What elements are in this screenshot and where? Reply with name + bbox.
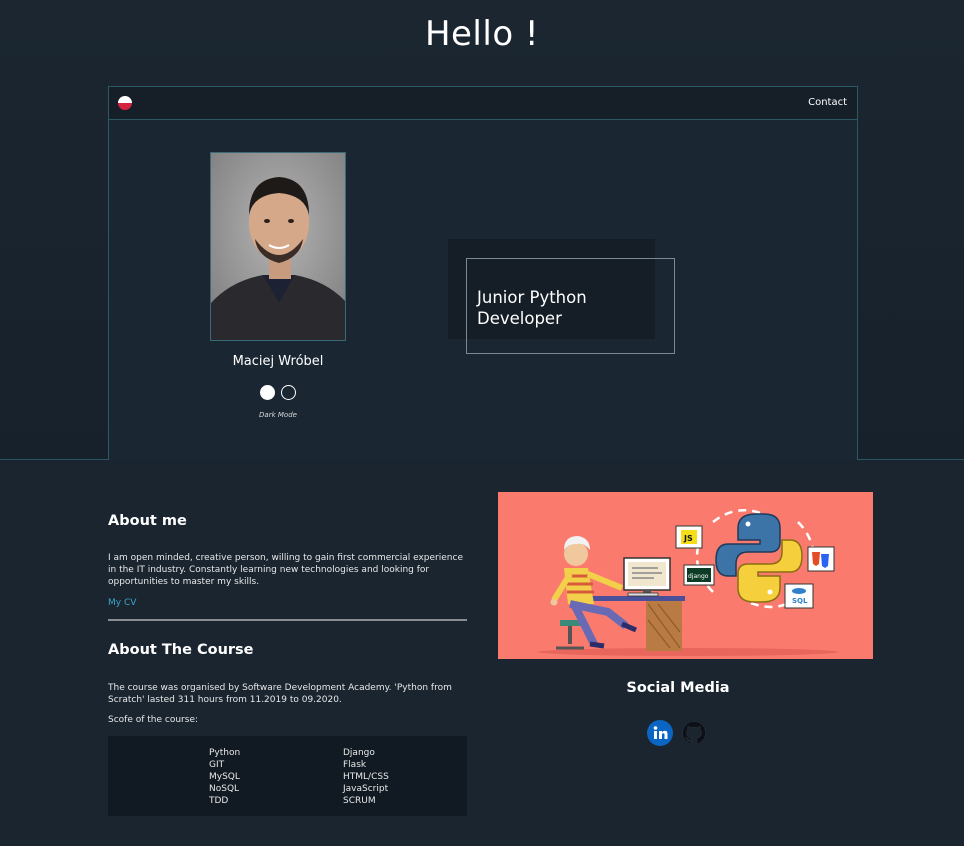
developer-illustration: JS django SQL <box>498 492 873 659</box>
skills-column-right: Django Flask HTML/CSS JavaScript SCRUM <box>343 747 389 807</box>
dark-mode-radio[interactable] <box>260 385 275 400</box>
course-text: The course was organised by Software Dev… <box>108 683 452 705</box>
about-text: I am open minded, creative person, willi… <box>108 553 463 587</box>
github-icon[interactable] <box>681 720 707 746</box>
js-badge-label: JS <box>683 534 693 543</box>
linkedin-icon[interactable] <box>647 720 673 746</box>
page-title: Hello ! <box>424 14 540 54</box>
skills-box: Python GIT MySQL NoSQL TDD Django Flask … <box>108 736 467 816</box>
profile-card: Contact Maciej Wróbel Dark Mode Junior P… <box>108 86 858 460</box>
skill-item: Python <box>209 748 241 758</box>
section-divider <box>108 619 467 621</box>
profile-photo <box>210 152 346 341</box>
skill-item: GIT <box>209 760 225 770</box>
role-box: Junior Python Developer <box>466 258 675 354</box>
contact-link[interactable]: Contact <box>808 97 847 108</box>
skill-item: HTML/CSS <box>343 772 389 782</box>
skills-column-left: Python GIT MySQL NoSQL TDD <box>209 747 240 807</box>
poland-flag-icon[interactable] <box>118 96 132 110</box>
skill-item: SCRUM <box>343 796 376 806</box>
course-heading: About The Course <box>108 642 254 658</box>
skill-item: MySQL <box>209 772 240 782</box>
theme-mode-label: Dark Mode <box>259 411 297 419</box>
scope-label: Scofe of the course: <box>108 715 199 725</box>
card-navbar: Contact <box>109 87 857 120</box>
cv-link[interactable]: My CV <box>108 598 136 608</box>
about-heading: About me <box>108 513 187 529</box>
skill-item: JavaScript <box>343 784 389 794</box>
light-mode-radio[interactable] <box>281 385 296 400</box>
skill-item: NoSQL <box>209 784 240 794</box>
sql-badge-label: SQL <box>792 597 808 605</box>
theme-toggle <box>260 385 300 401</box>
social-links <box>647 720 711 748</box>
role-title: Junior Python Developer <box>477 288 587 328</box>
skill-item: TDD <box>209 796 229 806</box>
skill-item: Flask <box>343 760 367 770</box>
social-heading: Social Media <box>626 680 730 696</box>
skill-item: Django <box>343 748 375 758</box>
profile-name: Maciej Wróbel <box>232 354 324 369</box>
django-badge-label: django <box>688 573 709 580</box>
